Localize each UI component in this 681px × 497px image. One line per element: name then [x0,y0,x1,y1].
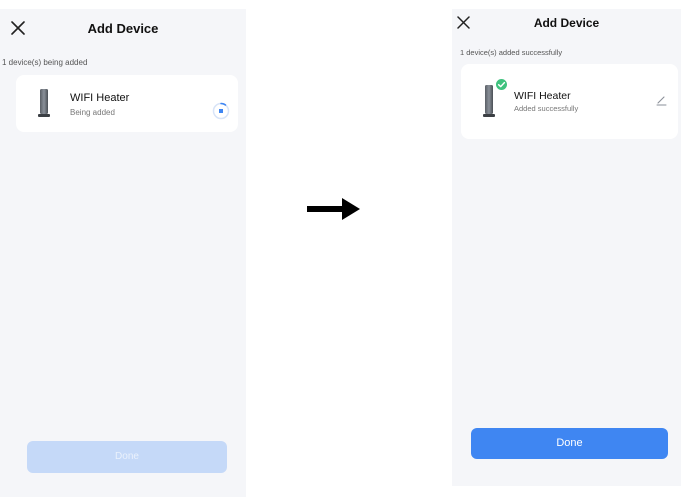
device-state: Being added [70,108,115,117]
page-title: Add Device [533,16,600,30]
comparison-stage: Add Device 1 device(s) being added WIFI … [0,0,681,497]
done-button[interactable]: Done [27,441,227,473]
device-card[interactable]: WIFI Heater Being added [16,75,238,132]
device-state: Added successfully [514,104,579,113]
done-button[interactable]: Done [471,428,668,459]
page-title: Add Device [87,21,159,36]
screen-adding: Add Device 1 device(s) being added WIFI … [0,9,246,497]
added-status-text: 1 device(s) added successfully [460,48,563,57]
edit-icon[interactable] [656,95,667,106]
screen-added: Add Device 1 device(s) added successfull… [452,9,681,486]
device-name: WIFI Heater [514,90,571,102]
device-name: WIFI Heater [70,92,130,104]
heater-icon [38,89,50,117]
spinner-icon [212,102,230,120]
adding-status-text: 1 device(s) being added [2,58,88,67]
arrow-right-icon [307,198,360,220]
check-icon [495,78,508,91]
device-card[interactable]: WIFI Heater Added successfully [461,64,678,139]
